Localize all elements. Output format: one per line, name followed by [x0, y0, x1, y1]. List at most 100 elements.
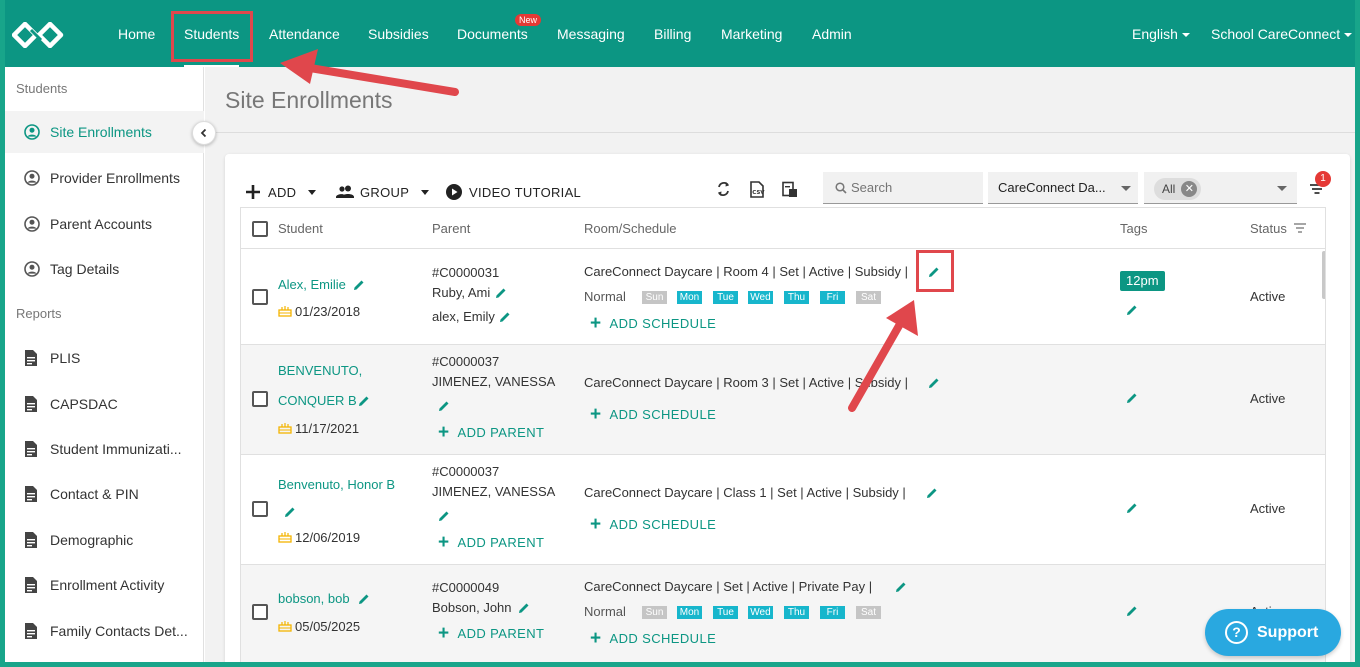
caret-down-icon	[1121, 186, 1131, 191]
add-schedule-label: ADD SCHEDULE	[609, 517, 717, 532]
account-menu[interactable]: School CareConnect	[1211, 0, 1353, 67]
sidebar-item-demographic[interactable]: Demographic	[5, 519, 204, 561]
sidebar-item-contact-pin[interactable]: Contact & PIN	[5, 473, 204, 515]
add-schedule-button[interactable]: + ADD SCHEDULE	[590, 405, 716, 424]
row-checkbox[interactable]	[252, 391, 268, 407]
filter-icon[interactable]	[1294, 223, 1307, 233]
student-name[interactable]: Benvenuto, Honor B	[278, 477, 395, 492]
nav-billing[interactable]: Billing	[654, 0, 691, 67]
pencil-icon[interactable]	[517, 601, 531, 615]
pencil-icon[interactable]	[927, 376, 941, 390]
pencil-icon[interactable]	[925, 486, 939, 500]
site-select[interactable]: CareConnect Da...	[988, 172, 1138, 204]
nav-documents[interactable]: Documents New	[457, 0, 542, 67]
document-icon	[25, 350, 37, 366]
print-report-icon[interactable]	[781, 181, 798, 198]
plus-icon: +	[590, 313, 602, 334]
birthday-cake-icon	[278, 306, 292, 317]
parent-name[interactable]: Ruby, Ami	[432, 285, 490, 300]
search-field[interactable]	[823, 172, 983, 204]
header-status[interactable]: Status	[1250, 221, 1307, 236]
row-checkbox[interactable]	[252, 501, 268, 517]
support-button[interactable]: ? Support	[1205, 609, 1341, 656]
add-parent-button[interactable]: + ADD PARENT	[438, 423, 544, 442]
pencil-icon[interactable]	[437, 399, 451, 413]
select-all-checkbox[interactable]	[252, 221, 268, 237]
pencil-icon[interactable]	[498, 310, 512, 324]
pencil-icon[interactable]	[1125, 604, 1139, 618]
status-chip[interactable]: All ✕	[1154, 178, 1202, 200]
student-name[interactable]: CONQUER B	[278, 393, 357, 408]
row-checkbox[interactable]	[252, 289, 268, 305]
nav-marketing[interactable]: Marketing	[721, 0, 782, 67]
add-schedule-button[interactable]: + ADD SCHEDULE	[590, 515, 717, 534]
search-input[interactable]	[851, 180, 981, 195]
nav-admin[interactable]: Admin	[812, 0, 852, 67]
add-button[interactable]: ADD	[245, 182, 317, 202]
pencil-icon[interactable]	[1125, 391, 1139, 405]
group-button[interactable]: GROUP	[336, 182, 430, 202]
nav-subsidies[interactable]: Subsidies	[368, 0, 429, 67]
sidebar-collapse-button[interactable]	[192, 121, 216, 145]
nav-messaging[interactable]: Messaging	[557, 0, 625, 67]
sidebar-item-plis[interactable]: PLIS	[5, 337, 204, 379]
student-name[interactable]: BENVENUTO,	[278, 363, 362, 378]
pencil-icon[interactable]	[1125, 303, 1139, 317]
parent-account-number: #C0000031	[432, 265, 500, 280]
header-parent[interactable]: Parent	[432, 221, 470, 236]
add-parent-label: ADD PARENT	[457, 626, 545, 641]
parent-name[interactable]: alex, Emily	[432, 309, 495, 324]
day-thu: Thu	[784, 291, 809, 304]
caret-down-icon	[1344, 33, 1353, 38]
nav-home[interactable]: Home	[118, 0, 155, 67]
student-name[interactable]: bobson, bob	[278, 591, 350, 606]
parent-name[interactable]: JIMENEZ, VANESSA	[432, 484, 555, 499]
status-select[interactable]: All ✕	[1144, 172, 1297, 204]
add-schedule-button[interactable]: + ADD SCHEDULE	[590, 628, 716, 649]
plus-icon: +	[590, 628, 602, 649]
nav-attendance[interactable]: Attendance	[269, 0, 340, 67]
pencil-icon[interactable]	[357, 394, 371, 408]
pencil-icon[interactable]	[357, 592, 371, 606]
pencil-icon[interactable]	[352, 278, 366, 292]
csv-export-icon[interactable]: CSV	[749, 181, 765, 198]
careconnect-logo[interactable]	[12, 22, 74, 48]
add-schedule-button[interactable]: + ADD SCHEDULE	[590, 313, 716, 334]
schedule-type: Normal	[584, 604, 626, 619]
status-chip-label: All	[1162, 182, 1176, 196]
student-name[interactable]: Alex, Emilie	[278, 277, 346, 292]
divider	[205, 132, 1355, 133]
nav-students[interactable]: Students	[184, 0, 240, 67]
sidebar-item-site-enrollments[interactable]: Site Enrollments	[5, 111, 204, 153]
pencil-icon[interactable]	[1125, 501, 1139, 515]
pencil-icon[interactable]	[927, 265, 941, 279]
account-label: School CareConnect	[1211, 26, 1341, 42]
table-scrollbar[interactable]	[1322, 251, 1325, 299]
header-tags[interactable]: Tags	[1120, 221, 1147, 236]
language-menu[interactable]: English	[1132, 0, 1190, 67]
sidebar-item-student-immunization[interactable]: Student Immunizati...	[5, 428, 204, 470]
header-room-schedule[interactable]: Room/Schedule	[584, 221, 677, 236]
add-parent-button[interactable]: + ADD PARENT	[438, 533, 544, 552]
chip-remove-icon[interactable]: ✕	[1181, 181, 1198, 197]
sidebar-item-enrollment-activity[interactable]: Enrollment Activity	[5, 564, 204, 606]
sidebar-item-family-contacts[interactable]: Family Contacts Det...	[5, 610, 204, 652]
pencil-icon[interactable]	[494, 286, 508, 300]
table-row: BENVENUTO, CONQUER B 11/17/2021 #C000003…	[241, 345, 1325, 455]
add-parent-button[interactable]: + ADD PARENT	[438, 624, 545, 643]
video-tutorial-button[interactable]: VIDEO TUTORIAL	[446, 182, 581, 202]
sidebar: Students Site Enrollments Provider Enrol…	[5, 67, 204, 667]
sidebar-item-tag-details[interactable]: Tag Details	[5, 248, 204, 290]
parent-name[interactable]: JIMENEZ, VANESSA	[432, 374, 555, 389]
sidebar-item-provider-enrollments[interactable]: Provider Enrollments	[5, 157, 204, 199]
sidebar-item-capsdac[interactable]: CAPSDAC	[5, 383, 204, 425]
refresh-icon[interactable]	[716, 181, 731, 197]
pencil-icon[interactable]	[894, 580, 908, 594]
parent-name[interactable]: Bobson, John	[432, 600, 512, 615]
sidebar-item-parent-accounts[interactable]: Parent Accounts	[5, 203, 204, 245]
header-student[interactable]: Student	[278, 221, 323, 236]
pencil-icon[interactable]	[437, 509, 451, 523]
row-checkbox[interactable]	[252, 604, 268, 620]
video-tutorial-label: VIDEO TUTORIAL	[469, 184, 582, 200]
pencil-icon[interactable]	[283, 505, 297, 519]
